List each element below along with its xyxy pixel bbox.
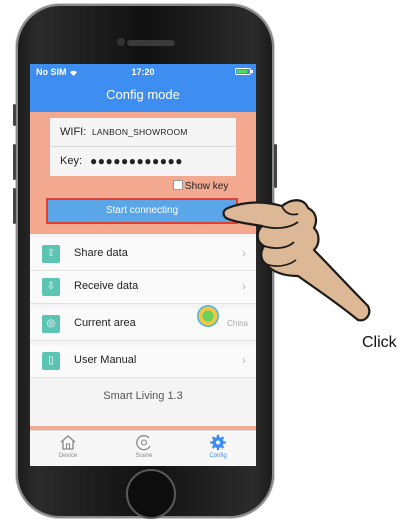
page-title: Config mode bbox=[30, 80, 256, 112]
wifi-row[interactable]: WIFI: LANBON_SHOWROOM bbox=[50, 118, 236, 147]
show-key-checkbox[interactable] bbox=[173, 180, 183, 190]
start-connecting-button[interactable]: Start connecting bbox=[46, 198, 238, 224]
tab-device-label: Device bbox=[58, 453, 78, 459]
tab-config[interactable]: Config bbox=[188, 431, 248, 459]
current-area-label: Current area bbox=[74, 317, 136, 329]
book-icon: ▯ bbox=[42, 352, 60, 370]
user-manual-label: User Manual bbox=[74, 354, 137, 366]
chevron-right-icon: › bbox=[242, 353, 246, 367]
scene-icon bbox=[114, 434, 174, 452]
home-icon bbox=[38, 434, 98, 452]
mute-switch bbox=[13, 104, 16, 126]
status-bar: No SIM 17:20 bbox=[30, 64, 256, 80]
upload-icon: ⇧ bbox=[42, 245, 60, 263]
version-label: Smart Living 1.3 bbox=[103, 390, 183, 402]
earpiece bbox=[127, 40, 175, 46]
globe-icon: ◎ bbox=[42, 315, 60, 333]
key-label: Key: bbox=[60, 155, 83, 167]
gear-icon bbox=[188, 434, 248, 452]
share-data-label: Share data bbox=[74, 247, 128, 259]
tab-scene-label: Scene bbox=[135, 453, 153, 459]
download-icon: ⇩ bbox=[42, 278, 60, 296]
home-button[interactable] bbox=[126, 469, 176, 519]
click-annotation: Click bbox=[362, 334, 397, 351]
volume-down-button bbox=[13, 188, 16, 224]
receive-data-label: Receive data bbox=[74, 280, 139, 292]
power-button bbox=[274, 144, 277, 188]
location-marker-icon bbox=[197, 305, 219, 327]
front-camera bbox=[117, 38, 125, 46]
wifi-form: WIFI: LANBON_SHOWROOM Key: ●●●●●●●●●●●● bbox=[50, 118, 236, 176]
battery-icon bbox=[235, 68, 253, 75]
tab-bar: Device Scene Config bbox=[30, 430, 256, 466]
list-item-user-manual[interactable]: ▯ User Manual › bbox=[30, 345, 256, 378]
tab-device[interactable]: Device bbox=[38, 431, 98, 459]
key-password-field[interactable]: ●●●●●●●●●●●● bbox=[90, 154, 183, 168]
status-time: 17:20 bbox=[131, 67, 155, 77]
wifi-ssid-field[interactable]: LANBON_SHOWROOM bbox=[92, 127, 188, 137]
tab-scene[interactable]: Scene bbox=[114, 431, 174, 459]
tab-config-label: Config bbox=[209, 453, 227, 459]
wifi-label: WIFI: bbox=[60, 126, 87, 138]
volume-up-button bbox=[13, 144, 16, 180]
key-row[interactable]: Key: ●●●●●●●●●●●● bbox=[50, 147, 236, 175]
pointing-hand-icon bbox=[222, 199, 371, 322]
